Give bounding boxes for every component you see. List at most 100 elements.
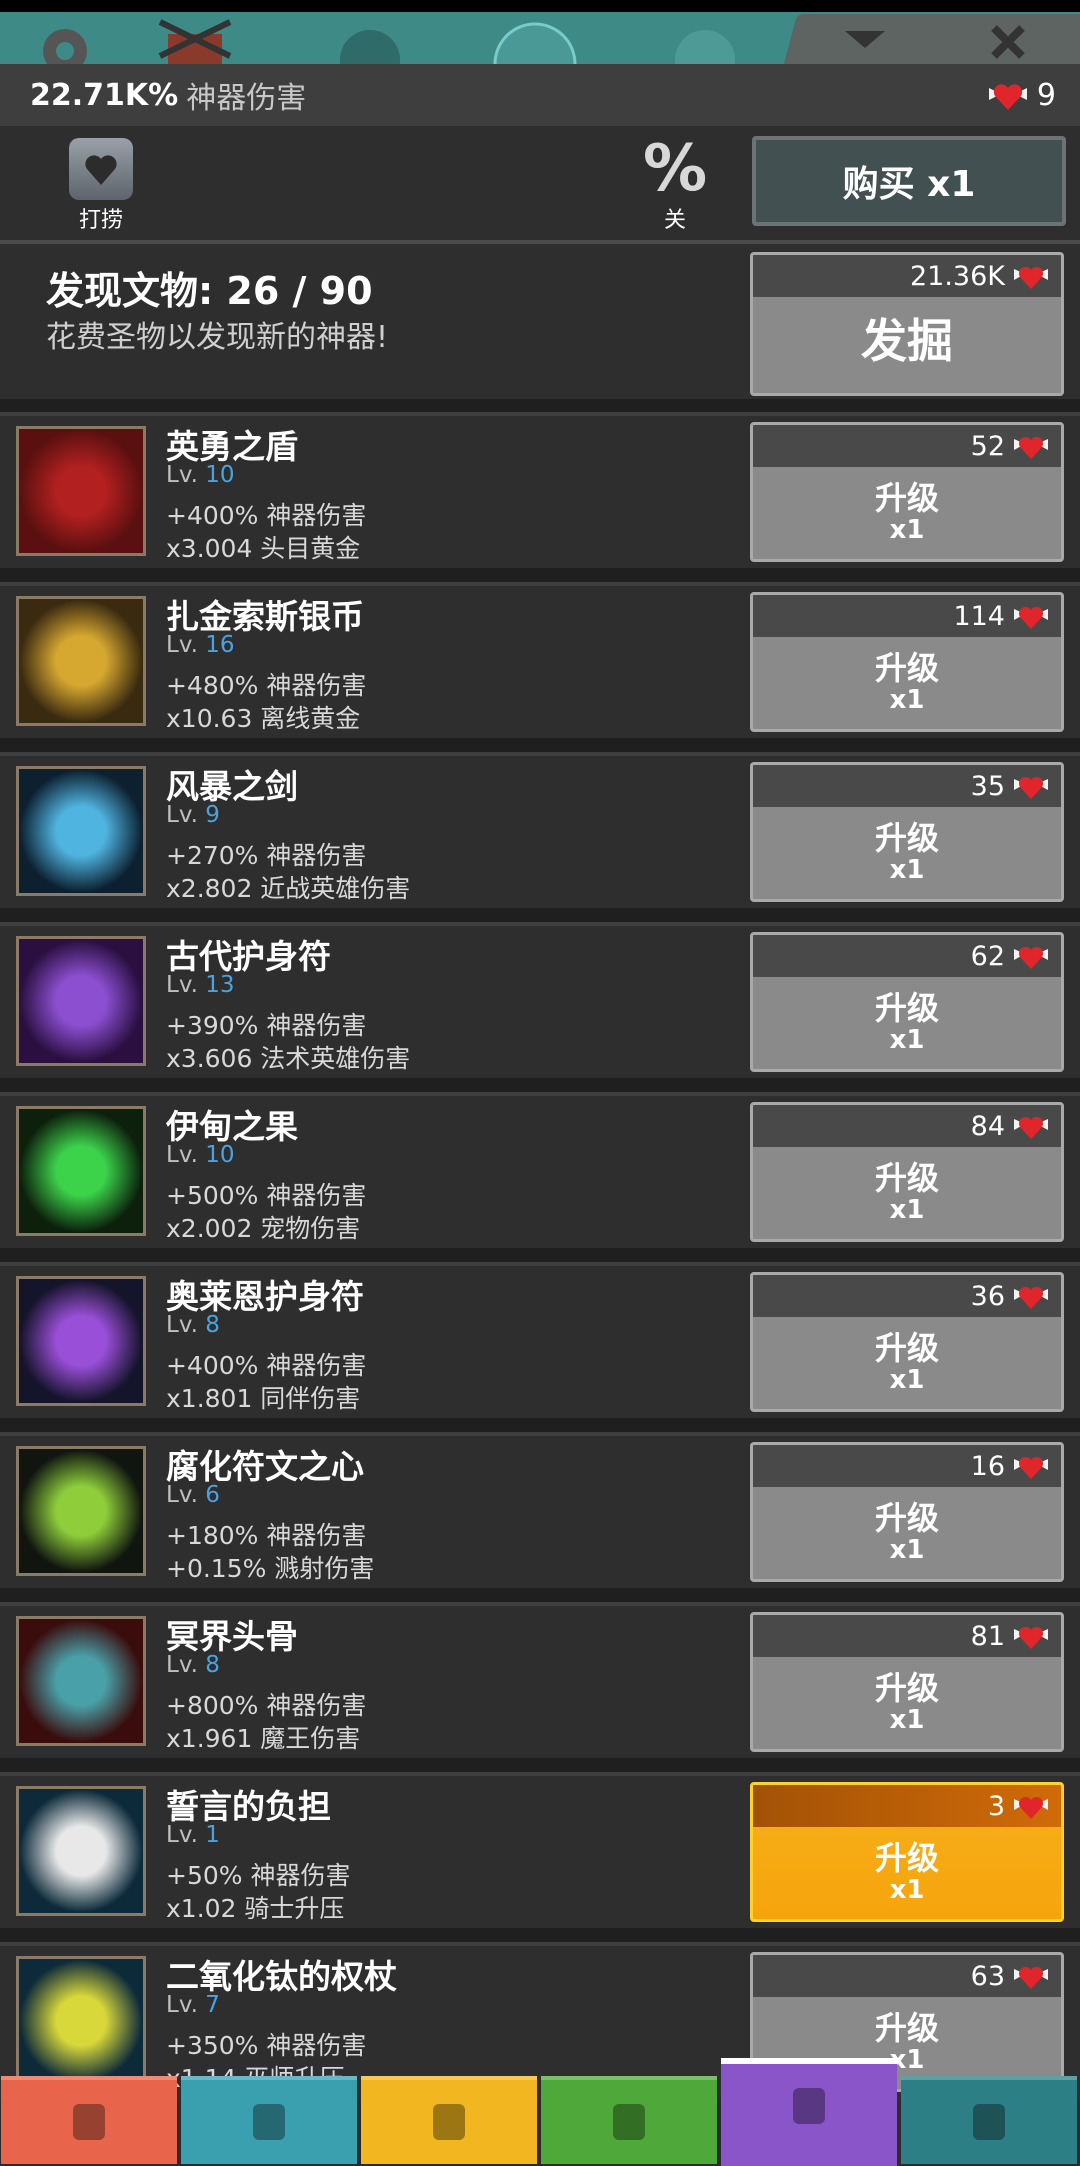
- stage-icon-3[interactable]: [665, 16, 745, 64]
- cost-bar: 3: [753, 1785, 1061, 1827]
- fruit-icon[interactable]: [16, 1106, 146, 1236]
- status-strip: [0, 0, 1080, 12]
- divider: [0, 738, 1080, 752]
- artifacts-tab[interactable]: [721, 2058, 897, 2166]
- upgrade-button[interactable]: 62 升级 x1: [750, 932, 1064, 1072]
- upgrade-multiplier: x1: [889, 515, 925, 545]
- chevron-down-icon[interactable]: [840, 26, 890, 52]
- shield-icon[interactable]: [16, 426, 146, 556]
- level-prefix: Lv.: [166, 632, 198, 658]
- heart-crossed-icon: [85, 155, 117, 185]
- pets-tab[interactable]: [541, 2076, 717, 2164]
- artifact-name: 奥莱恩护身符: [166, 1277, 364, 1316]
- upgrade-multiplier: x1: [889, 1025, 925, 1055]
- artifact-effect-secondary: x1.02 骑士升压: [166, 1894, 345, 1923]
- cost-bar: 36: [753, 1275, 1061, 1317]
- cost-bar: 16: [753, 1445, 1061, 1487]
- percent-toggle[interactable]: % 关: [640, 136, 710, 234]
- heroes-tab[interactable]: [181, 2076, 357, 2164]
- artifact-level: Lv. 13: [166, 972, 235, 998]
- upgrade-button[interactable]: 81 升级 x1: [750, 1612, 1064, 1752]
- toolbar: 打捞 % 关 购买 x1: [0, 126, 1080, 244]
- buy-multiplier-button[interactable]: 购买 x1: [752, 136, 1066, 226]
- upgrade-label: 升级: [874, 1159, 939, 1197]
- orb-pendant-icon[interactable]: [16, 1276, 146, 1406]
- artifact-row: 古代护身符 Lv. 13 +390% 神器伤害 x3.606 法术英雄伤害 62…: [0, 922, 1080, 1082]
- cost-bar: 63: [753, 1955, 1061, 1997]
- equipment-tab[interactable]: [361, 2076, 537, 2164]
- helmet-icon[interactable]: [16, 1786, 146, 1916]
- level-prefix: Lv.: [166, 1822, 198, 1848]
- upgrade-cost: 3: [987, 1790, 1005, 1822]
- level-number: 16: [205, 632, 235, 658]
- level-prefix: Lv.: [166, 972, 198, 998]
- coin-icon[interactable]: [16, 596, 146, 726]
- winged-heart-icon: [1014, 1796, 1048, 1819]
- upgrade-label: 升级: [874, 1839, 939, 1877]
- artifact-name: 二氧化钛的权杖: [166, 1957, 397, 1996]
- relic-counter: 9: [985, 78, 1056, 113]
- level-number: 9: [205, 802, 220, 828]
- upgrade-button[interactable]: 3 升级 x1: [750, 1782, 1064, 1922]
- cost-bar: 84: [753, 1105, 1061, 1147]
- artifact-level: Lv. 10: [166, 462, 235, 488]
- divider: [0, 1928, 1080, 1942]
- sword-tab[interactable]: [1, 2076, 177, 2164]
- divider: [0, 1418, 1080, 1432]
- gear-icon[interactable]: [30, 16, 100, 64]
- upgrade-multiplier: x1: [889, 685, 925, 715]
- stage-icon-2[interactable]: [480, 16, 590, 64]
- upgrade-label: 升级: [874, 2009, 939, 2047]
- upgrade-cost: 84: [970, 1110, 1005, 1142]
- artifact-effect-primary: +50% 神器伤害: [166, 1861, 351, 1890]
- upgrade-button[interactable]: 35 升级 x1: [750, 762, 1064, 902]
- winged-heart-icon: [988, 84, 1027, 110]
- artifact-level: Lv. 1: [166, 1822, 220, 1848]
- upgrade-cost: 16: [970, 1450, 1005, 1482]
- close-icon[interactable]: [988, 22, 1028, 62]
- amulet-icon[interactable]: [16, 936, 146, 1066]
- divider: [0, 1078, 1080, 1092]
- artifact-effect-primary: +400% 神器伤害: [166, 1351, 367, 1380]
- artifact-name: 伊甸之果: [166, 1107, 298, 1146]
- upgrade-multiplier: x1: [889, 1875, 925, 1905]
- upgrade-multiplier: x1: [889, 1705, 925, 1735]
- artifact-name: 古代护身符: [166, 937, 331, 976]
- salvage-button[interactable]: 打捞: [66, 138, 136, 234]
- upgrade-multiplier: x1: [889, 855, 925, 885]
- level-number: 10: [205, 1142, 235, 1168]
- divider: [0, 1248, 1080, 1262]
- rune-heart-icon[interactable]: [16, 1446, 146, 1576]
- artifact-effect-primary: +400% 神器伤害: [166, 501, 367, 530]
- artifact-name: 风暴之剑: [166, 767, 298, 806]
- winged-heart-icon: [1014, 776, 1048, 799]
- level-number: 8: [205, 1312, 220, 1338]
- discover-button[interactable]: 21.36K 发掘: [750, 252, 1064, 396]
- artifact-damage-value: 22.71K%: [30, 77, 179, 113]
- level-prefix: Lv.: [166, 1992, 198, 2018]
- upgrade-button[interactable]: 36 升级 x1: [750, 1272, 1064, 1412]
- relic-count: 9: [1036, 77, 1056, 113]
- sword-icon[interactable]: [16, 766, 146, 896]
- upgrade-button[interactable]: 114 升级 x1: [750, 592, 1064, 732]
- discover-panel: 发现文物: 26 / 90 花费圣物以发现新的神器! 21.36K 发掘: [0, 244, 1080, 399]
- shop-tab[interactable]: [901, 2076, 1077, 2164]
- upgrade-button[interactable]: 16 升级 x1: [750, 1442, 1064, 1582]
- crossed-swords-icon[interactable]: [150, 16, 240, 64]
- winged-heart-icon: [1014, 1286, 1048, 1309]
- upgrade-button[interactable]: 52 升级 x1: [750, 422, 1064, 562]
- winged-heart-icon: [1014, 946, 1048, 969]
- stage-icon[interactable]: [330, 16, 410, 64]
- upgrade-label: 升级: [874, 1499, 939, 1537]
- scepter-icon[interactable]: [16, 1956, 146, 2086]
- cost-bar: 114: [753, 595, 1061, 637]
- level-number: 7: [205, 1992, 220, 2018]
- upgrade-label: 升级: [874, 1669, 939, 1707]
- skull-icon[interactable]: [16, 1616, 146, 1746]
- artifact-effect-secondary: x10.63 离线黄金: [166, 704, 361, 733]
- artifact-effect-secondary: x1.961 魔王伤害: [166, 1724, 361, 1753]
- cost-bar: 62: [753, 935, 1061, 977]
- winged-heart-icon: [1014, 436, 1048, 459]
- upgrade-button[interactable]: 84 升级 x1: [750, 1102, 1064, 1242]
- divider: [0, 1588, 1080, 1602]
